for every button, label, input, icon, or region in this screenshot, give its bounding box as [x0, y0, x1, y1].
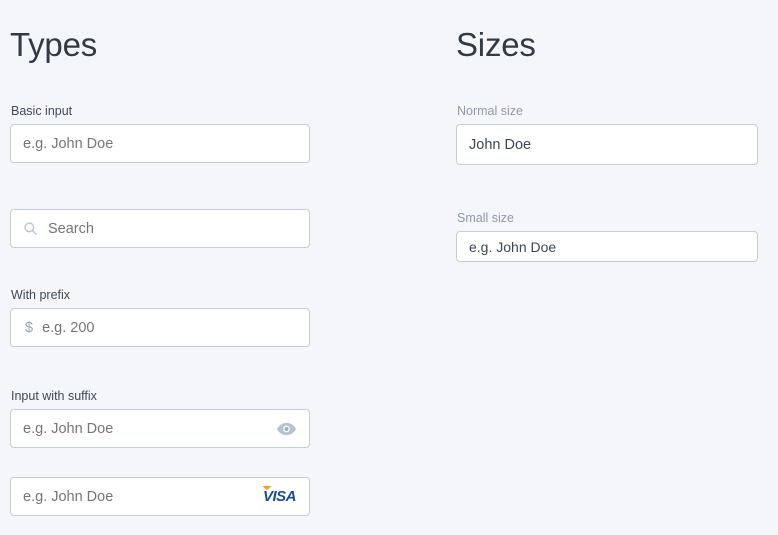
basic-input-wrapper[interactable]	[10, 124, 310, 163]
field-label-normal-size: Normal size	[457, 104, 523, 118]
field-label-with-prefix: With prefix	[11, 288, 71, 302]
search-input[interactable]	[38, 220, 309, 237]
small-size-input[interactable]	[457, 238, 757, 255]
field-normal-size: Normal size	[456, 103, 758, 165]
eye-icon[interactable]	[277, 422, 309, 436]
field-basic-input: Basic input	[10, 103, 310, 163]
inputs-showcase-page: Types Basic input With prefix	[0, 0, 778, 535]
prefix-input[interactable]	[33, 319, 309, 336]
sizes-section-title: Sizes	[456, 26, 536, 63]
field-with-prefix: With prefix $	[10, 287, 310, 347]
visa-logo-icon: VISA	[263, 489, 309, 504]
normal-size-input-wrapper[interactable]	[456, 124, 758, 165]
suffix-input[interactable]	[11, 420, 277, 437]
search-input-wrapper[interactable]	[10, 209, 310, 248]
field-small-size: Small size	[456, 210, 758, 262]
field-label-basic-input: Basic input	[11, 104, 73, 118]
card-input-wrapper[interactable]: VISA	[10, 477, 310, 516]
currency-prefix-symbol: $	[25, 319, 34, 336]
small-size-input-wrapper[interactable]	[456, 231, 758, 262]
prefix-input-wrapper[interactable]: $	[10, 308, 310, 347]
field-label-input-with-suffix: Input with suffix	[11, 389, 97, 403]
field-card-input: VISA	[10, 477, 310, 516]
normal-size-input[interactable]	[457, 136, 757, 153]
field-search-input	[10, 209, 310, 248]
card-input[interactable]	[11, 488, 263, 505]
types-section-title: Types	[10, 26, 98, 63]
field-label-small-size: Small size	[457, 211, 514, 225]
suffix-input-wrapper[interactable]	[10, 409, 310, 448]
basic-input[interactable]	[11, 135, 309, 152]
search-icon	[11, 221, 38, 236]
visa-wordmark-text: VISA	[262, 488, 297, 505]
field-with-suffix: Input with suffix	[10, 388, 310, 448]
visa-wordmark: VISA	[262, 488, 297, 505]
